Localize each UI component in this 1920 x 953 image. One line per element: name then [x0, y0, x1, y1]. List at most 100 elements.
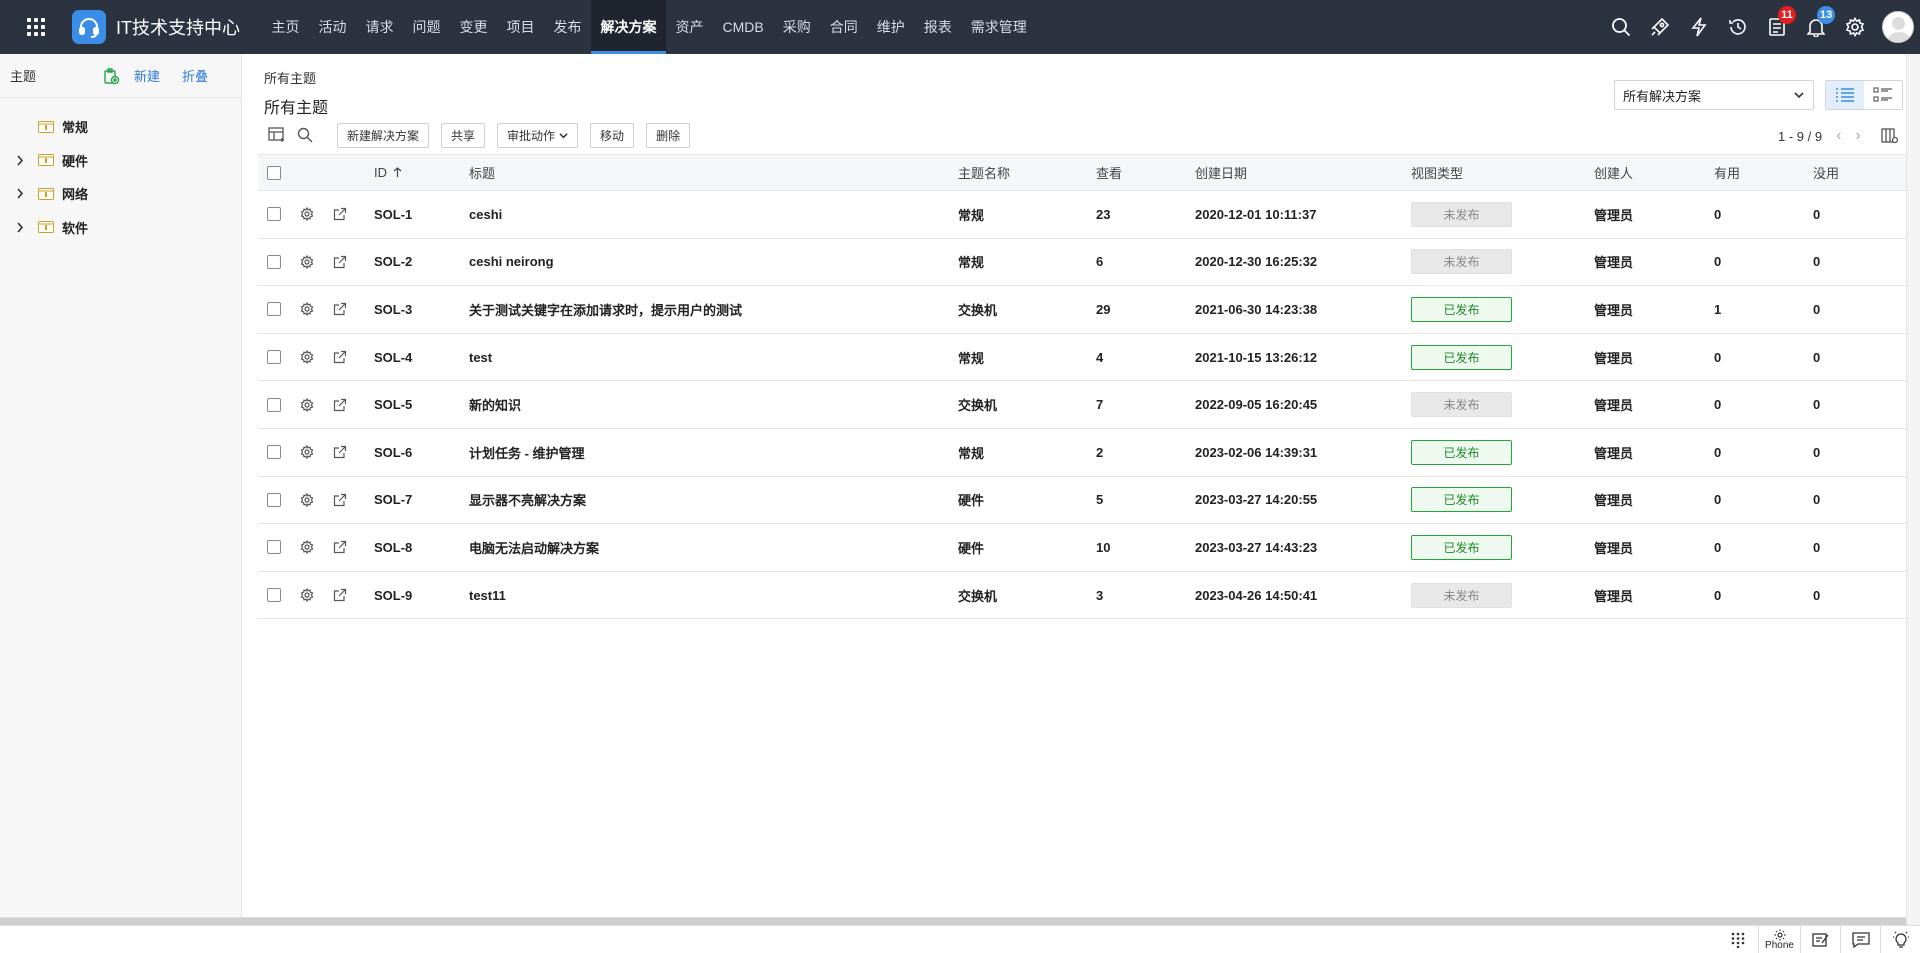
- select-all-checkbox[interactable]: [267, 165, 281, 180]
- open-external-icon[interactable]: [333, 524, 347, 571]
- cell-id[interactable]: SOL-4: [374, 334, 412, 381]
- nav-item-3[interactable]: 问题: [403, 0, 450, 54]
- search-icon[interactable]: [292, 122, 318, 148]
- open-external-icon[interactable]: [333, 286, 347, 333]
- collapse-button[interactable]: 折叠: [182, 66, 208, 85]
- row-settings-icon[interactable]: [300, 191, 314, 238]
- nav-item-11[interactable]: 合同: [820, 0, 867, 54]
- cell-id[interactable]: SOL-2: [374, 239, 412, 286]
- row-checkbox[interactable]: [267, 540, 281, 555]
- list-view-icon[interactable]: [1826, 81, 1864, 109]
- nav-item-5[interactable]: 项目: [497, 0, 544, 54]
- row-checkbox[interactable]: [267, 492, 281, 507]
- cell-title[interactable]: 关于测试关键字在添加请求时，提示用户的测试: [469, 286, 742, 333]
- open-external-icon[interactable]: [333, 429, 347, 476]
- row-settings-icon[interactable]: [300, 334, 314, 381]
- cell-id[interactable]: SOL-9: [374, 572, 412, 619]
- detail-view-icon[interactable]: [1864, 81, 1902, 109]
- table-row[interactable]: SOL-6 计划任务 - 维护管理 常规 2 2023-02-06 14:39:31 管理…: [258, 429, 1906, 477]
- open-external-icon[interactable]: [333, 477, 347, 524]
- nav-item-13[interactable]: 报表: [914, 0, 961, 54]
- history-icon[interactable]: [1718, 0, 1757, 54]
- row-settings-icon[interactable]: [300, 572, 314, 619]
- tree-item-0[interactable]: 常规: [0, 110, 241, 144]
- lightbulb-icon[interactable]: [1880, 925, 1920, 953]
- open-external-icon[interactable]: [333, 334, 347, 381]
- table-row[interactable]: SOL-3 关于测试关键字在添加请求时，提示用户的测试 交换机 29 2021-06-3…: [258, 286, 1906, 334]
- tree-item-2[interactable]: 网络: [0, 177, 241, 211]
- header-topic[interactable]: 主题名称: [958, 155, 1010, 190]
- breadcrumb[interactable]: 所有主题: [264, 68, 316, 87]
- cell-title[interactable]: test11: [469, 572, 506, 619]
- bell-icon[interactable]: 13: [1796, 0, 1836, 54]
- move-button[interactable]: 移动: [590, 122, 635, 148]
- chevron-left-icon[interactable]: ‹: [1836, 127, 1841, 145]
- new-topic-button[interactable]: 新建: [134, 66, 160, 85]
- table-row[interactable]: SOL-4 test 常规 4 2021-10-15 13:26:12 管理员 0 0 已发布: [258, 334, 1906, 382]
- row-checkbox[interactable]: [267, 207, 281, 222]
- cell-title[interactable]: ceshi: [469, 191, 502, 238]
- table-row[interactable]: SOL-5 新的知识 交换机 7 2022-09-05 16:20:45 管理员 0 0 未发布: [258, 381, 1906, 429]
- row-settings-icon[interactable]: [300, 381, 314, 428]
- table-row[interactable]: SOL-1 ceshi 常规 23 2020-12-01 10:11:37 管理员 0 0 未发…: [258, 191, 1906, 239]
- table-row[interactable]: SOL-8 电脑无法启动解决方案 硬件 10 2023-03-27 14:43:23 管理…: [258, 524, 1906, 572]
- approval-actions-dropdown[interactable]: 审批动作: [497, 122, 579, 148]
- cell-id[interactable]: SOL-7: [374, 477, 412, 524]
- topic-settings-icon[interactable]: [102, 67, 120, 85]
- nav-item-12[interactable]: 维护: [867, 0, 914, 54]
- share-button[interactable]: 共享: [441, 122, 486, 148]
- nav-item-2[interactable]: 请求: [356, 0, 403, 54]
- header-created[interactable]: 创建日期: [1195, 155, 1247, 190]
- open-external-icon[interactable]: [333, 239, 347, 286]
- search-icon[interactable]: [1601, 0, 1640, 54]
- row-checkbox[interactable]: [267, 397, 281, 412]
- chevron-right-icon[interactable]: [16, 155, 28, 166]
- tree-item-3[interactable]: 软件: [0, 211, 241, 245]
- chevron-right-icon[interactable]: [16, 188, 28, 199]
- row-settings-icon[interactable]: [300, 524, 314, 571]
- header-useless[interactable]: 没用: [1813, 155, 1839, 190]
- row-settings-icon[interactable]: [300, 286, 314, 333]
- vertical-scrollbar[interactable]: [1906, 54, 1920, 925]
- cell-title[interactable]: test: [469, 334, 492, 381]
- nav-item-4[interactable]: 变更: [450, 0, 497, 54]
- nav-item-0[interactable]: 主页: [262, 0, 309, 54]
- new-solution-button[interactable]: 新建解决方案: [337, 122, 430, 148]
- open-external-icon[interactable]: [333, 381, 347, 428]
- gear-icon[interactable]: [1835, 0, 1874, 54]
- table-row[interactable]: SOL-2 ceshi neirong 常规 6 2020-12-30 16:25:32…: [258, 239, 1906, 287]
- column-settings-icon[interactable]: [1881, 128, 1899, 144]
- rocket-icon[interactable]: [1640, 0, 1679, 54]
- row-settings-icon[interactable]: [300, 477, 314, 524]
- chevron-right-icon[interactable]: ›: [1855, 127, 1860, 145]
- cell-title[interactable]: 计划任务 - 维护管理: [469, 429, 585, 476]
- lightning-icon[interactable]: [1679, 0, 1718, 54]
- nav-item-10[interactable]: 采购: [773, 0, 820, 54]
- cell-id[interactable]: SOL-1: [374, 191, 412, 238]
- cell-title[interactable]: 显示器不亮解决方案: [469, 477, 586, 524]
- cell-id[interactable]: SOL-8: [374, 524, 412, 571]
- table-row[interactable]: SOL-9 test11 交换机 3 2023-04-26 14:50:41 管理员 0 0 未…: [258, 572, 1906, 620]
- nav-item-8[interactable]: 资产: [666, 0, 713, 54]
- chat-icon[interactable]: [1840, 925, 1880, 953]
- table-row[interactable]: SOL-7 显示器不亮解决方案 硬件 5 2023-03-27 14:20:55 管理员 0…: [258, 477, 1906, 525]
- header-title[interactable]: 标题: [469, 155, 495, 190]
- table-layout-icon[interactable]: [264, 122, 290, 148]
- nav-item-14[interactable]: 需求管理: [961, 0, 1036, 54]
- note-edit-icon[interactable]: [1800, 925, 1840, 953]
- tree-item-1[interactable]: 硬件: [0, 144, 241, 178]
- row-settings-icon[interactable]: [300, 429, 314, 476]
- cell-title[interactable]: ceshi neirong: [469, 239, 554, 286]
- header-useful[interactable]: 有用: [1714, 155, 1740, 190]
- nav-item-7[interactable]: 解决方案: [591, 0, 666, 54]
- row-checkbox[interactable]: [267, 445, 281, 460]
- cell-id[interactable]: SOL-3: [374, 286, 412, 333]
- task-icon[interactable]: 11: [1757, 0, 1796, 54]
- row-checkbox[interactable]: [267, 350, 281, 365]
- open-external-icon[interactable]: [333, 191, 347, 238]
- app-launcher-button[interactable]: [0, 0, 72, 54]
- row-checkbox[interactable]: [267, 302, 281, 317]
- horizontal-scrollbar[interactable]: [0, 917, 1906, 925]
- phone-button[interactable]: Phone: [1758, 925, 1800, 953]
- cell-id[interactable]: SOL-5: [374, 381, 412, 428]
